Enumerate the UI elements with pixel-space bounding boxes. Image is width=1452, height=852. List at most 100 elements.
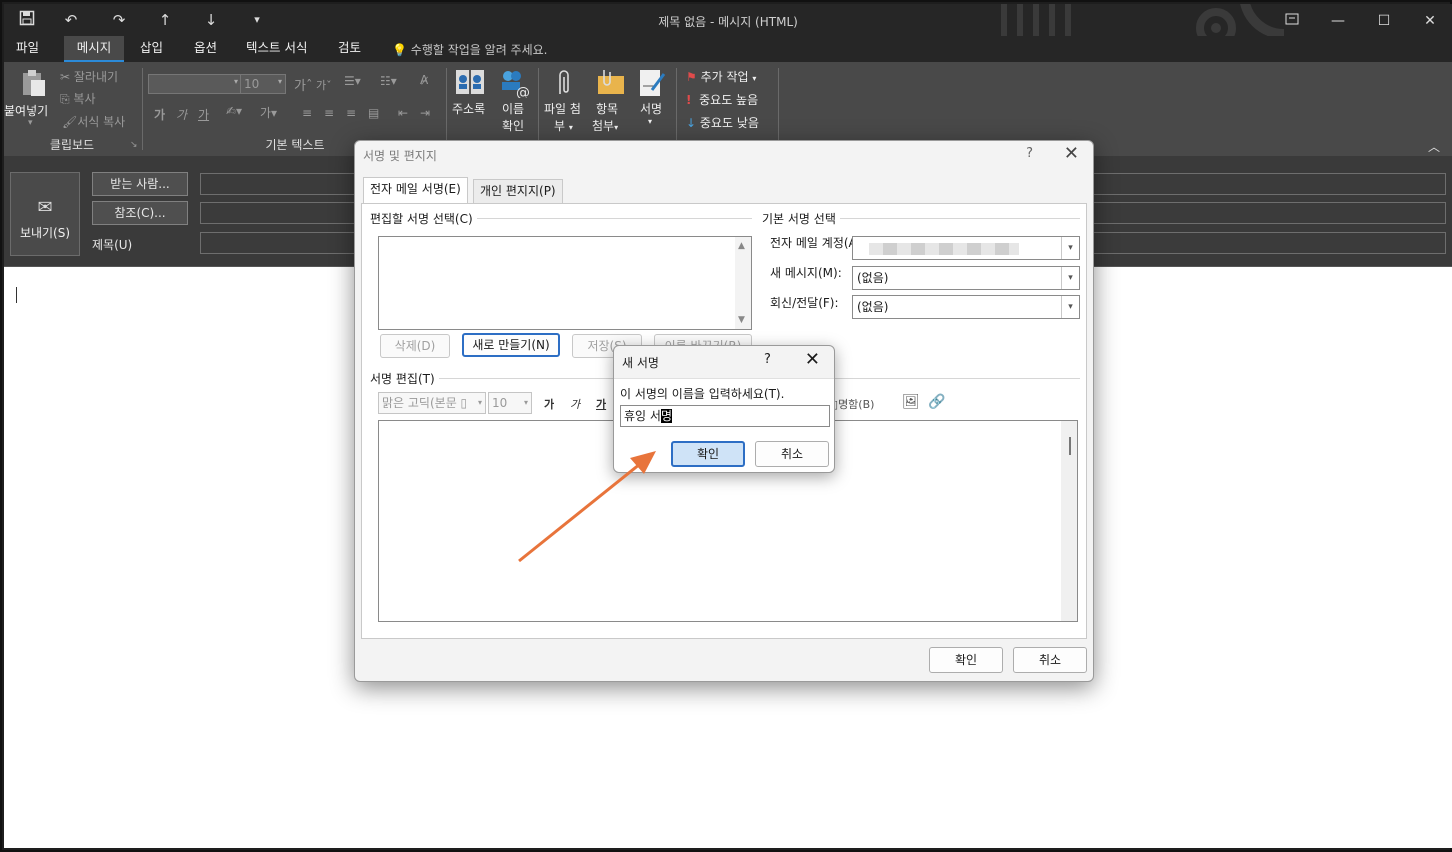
help-icon[interactable]: ? [1026,146,1033,161]
popup-ok-button[interactable]: 확인 [671,441,745,467]
tab-review[interactable]: 검토 [332,36,367,62]
italic-button[interactable]: 가 [176,106,187,123]
scroll-up-icon[interactable]: ▲ [738,241,745,251]
replies-value: (없음) [857,300,889,314]
cut-button[interactable]: ✂ 잘라내기 [60,68,118,85]
font-color-icon[interactable]: 가▾ [260,104,277,121]
replies-combo[interactable]: (없음) ▾ [852,295,1080,319]
send-label: 보내기(S) [19,226,71,240]
grow-font-icon[interactable]: 가ˆ [294,75,312,94]
signature-dropdown-icon[interactable]: ▾ [648,117,652,126]
tab-message[interactable]: 메시지 [64,36,124,62]
delete-button[interactable]: 삭제(D) [380,334,450,358]
bold-button[interactable]: 가 [544,396,554,412]
shrink-font-icon[interactable]: 가ˇ [316,77,332,93]
tell-me-box[interactable]: 💡 수행할 작업을 알려 주세요. [392,41,547,58]
chevron-down-icon[interactable]: ▾ [1061,296,1079,318]
account-redacted [869,243,1019,255]
font-size-combo[interactable]: 10 ▾ [488,392,532,414]
font-name-combo[interactable]: ▾ [148,74,242,94]
bullets-icon[interactable]: ☰▾ [344,74,361,88]
signature-name-input[interactable]: 휴잉 서명 [620,405,830,427]
copy-button[interactable]: ⎘ 복사 [60,90,96,107]
editor-scroll-thumb[interactable] [1069,437,1071,455]
business-card-button[interactable]: ▯명함(B) [832,396,874,412]
new-button[interactable]: 새로 만들기(N) [462,333,560,357]
send-button[interactable]: ✉ 보내기(S) [10,172,80,256]
paste-dropdown-icon[interactable]: ▾ [28,118,33,128]
replies-label: 회신/전달(F): [770,296,839,310]
format-painter-button[interactable]: 🖌서식 복사 [62,113,125,130]
attach-item-button-line2[interactable]: 첨부▾ [592,117,618,134]
increase-indent-icon[interactable]: ⇥ [420,106,430,120]
justify-icon[interactable]: ▤ [368,106,379,120]
tab-email-signature[interactable]: 전자 메일 서명(E) [363,177,468,204]
underline-button[interactable]: 가 [198,106,209,123]
edit-signature-label: 서명 편집(T) [370,370,439,387]
bold-button[interactable]: 가 [154,106,165,123]
font-combo[interactable]: 맑은 고딕(본문 ▯ ▾ [378,392,486,414]
popup-body: 이 서명의 이름을 입력하세요(T). 휴잉 서명 확인 취소 [614,378,834,472]
numbering-icon[interactable]: ☷▾ [380,74,397,88]
paste-button[interactable]: 붙여넣기 [4,102,48,119]
cc-button[interactable]: 참조(C)... [92,201,188,225]
default-signature-label: 기본 서명 선택 [762,210,840,227]
attach-file-button-line1[interactable]: 파일 첨 [544,100,581,117]
address-book-button[interactable]: 주소록 [452,100,485,117]
signature-name-prompt: 이 서명의 이름을 입력하세요(T). [620,387,785,401]
svg-text:@: @ [516,85,530,98]
align-left-icon[interactable]: ≡ [302,106,312,120]
signature-list[interactable]: ▲ ▼ [378,236,752,330]
signature-button[interactable]: 서명 [640,100,662,117]
high-importance-button[interactable]: ! 중요도 높음 [686,91,758,108]
check-names-button-line1[interactable]: 이름 [502,100,524,117]
check-names-icon: @ [498,68,530,102]
new-messages-label: 새 메시지(M): [770,266,842,280]
list-scrollbar[interactable]: ▲ ▼ [735,237,751,329]
insert-picture-icon[interactable]: 🖼 [902,394,920,410]
chevron-down-icon[interactable]: ▾ [1061,237,1079,259]
attach-file-button-line2[interactable]: 부 ▾ [554,117,573,134]
close-window-icon[interactable]: ✕ [1410,8,1450,34]
popup-cancel-button[interactable]: 취소 [755,441,829,467]
align-center-icon[interactable]: ≡ [324,106,334,120]
follow-up-button[interactable]: ⚑ 추가 작업 ▾ [686,68,756,85]
new-messages-value: (없음) [857,271,889,285]
clear-formatting-icon[interactable]: A̷ [420,73,428,87]
low-importance-button[interactable]: ↓ 중요도 낮음 [686,114,759,131]
tab-insert[interactable]: 삽입 [134,36,169,62]
tab-options[interactable]: 옵션 [188,36,223,62]
input-text: 휴잉 서 [624,409,661,423]
paste-icon [18,68,48,102]
close-icon[interactable]: ✕ [1064,143,1079,164]
to-button[interactable]: 받는 사람... [92,172,188,196]
tab-personal-stationery[interactable]: 개인 편지지(P) [473,179,563,203]
collapse-ribbon-icon[interactable]: ︿ [1428,138,1440,155]
close-icon[interactable]: ✕ [805,349,820,370]
subject-label: 제목(U) [92,238,133,252]
ribbon-display-icon[interactable] [1272,8,1312,34]
align-right-icon[interactable]: ≡ [346,106,356,120]
underline-button[interactable]: 가 [596,396,606,412]
maximize-icon[interactable]: ☐ [1364,8,1404,34]
minimize-icon[interactable]: — [1318,8,1358,34]
dialog-ok-button[interactable]: 확인 [929,647,1003,673]
font-size-combo[interactable]: 10 ▾ [240,74,286,94]
highlight-icon[interactable]: ✍▾ [226,104,242,118]
check-names-button-line2[interactable]: 확인 [502,117,524,134]
dialog-cancel-button[interactable]: 취소 [1013,647,1087,673]
lightbulb-icon: 💡 [392,43,407,57]
dialog-launcher-icon[interactable]: ↘ [130,140,138,150]
tab-file[interactable]: 파일 [10,36,45,62]
tab-format-text[interactable]: 텍스트 서식 [240,36,313,62]
new-messages-combo[interactable]: (없음) ▾ [852,266,1080,290]
scroll-down-icon[interactable]: ▼ [738,315,745,325]
chevron-down-icon[interactable]: ▾ [1061,267,1079,289]
email-account-combo[interactable]: ▾ [852,236,1080,260]
down-arrow-icon: ↓ [686,116,697,130]
italic-button[interactable]: 가 [570,396,580,412]
help-icon[interactable]: ? [764,352,771,367]
attach-item-button-line1[interactable]: 항목 [596,100,618,117]
decrease-indent-icon[interactable]: ⇤ [398,106,408,120]
hyperlink-icon[interactable]: 🔗 [928,394,945,410]
